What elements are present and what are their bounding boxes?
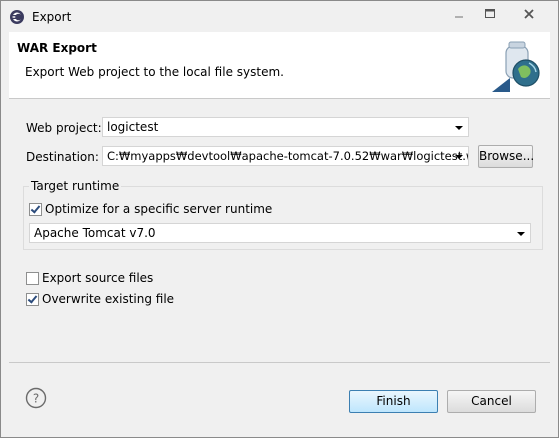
close-button[interactable] [508, 5, 550, 23]
title-bar: Export [1, 1, 558, 32]
destination-label: Destination: [26, 150, 99, 164]
chevron-down-icon [455, 155, 463, 159]
minimize-icon [455, 16, 463, 18]
eclipse-icon [10, 10, 24, 24]
minimize-button[interactable] [446, 5, 472, 23]
close-icon [524, 9, 534, 19]
export-source-label: Export source files [42, 271, 154, 285]
target-runtime-label: Target runtime [29, 179, 122, 193]
cancel-button[interactable]: Cancel [447, 390, 536, 413]
destination-combo[interactable]: C:₩myapps₩devtool₩apache-tomcat-7.0.52₩w… [102, 146, 469, 166]
chevron-down-icon [517, 232, 525, 236]
runtime-combo[interactable]: Apache Tomcat v7.0 [29, 223, 531, 243]
wizard-body: Web project: logictest Destination: C:₩m… [9, 99, 550, 361]
optimize-runtime-checkbox[interactable]: Optimize for a specific server runtime [29, 202, 329, 218]
browse-button[interactable]: Browse... [478, 145, 534, 168]
wizard-header: WAR Export Export Web project to the loc… [9, 32, 550, 99]
wizard-title: WAR Export [17, 41, 97, 55]
war-export-icon [492, 41, 540, 92]
checkbox-unchecked-icon [26, 272, 39, 285]
help-icon[interactable]: ? [25, 387, 47, 409]
chevron-down-icon [455, 126, 463, 130]
destination-value: C:₩myapps₩devtool₩apache-tomcat-7.0.52₩w… [107, 149, 469, 163]
overwrite-checkbox[interactable]: Overwrite existing file [26, 292, 226, 308]
web-project-value: logictest [107, 120, 159, 134]
web-project-combo[interactable]: logictest [102, 117, 469, 137]
checkbox-checked-icon [29, 203, 42, 216]
finish-button[interactable]: Finish [349, 390, 438, 413]
window-title: Export [32, 10, 72, 24]
maximize-button[interactable] [477, 5, 503, 23]
export-source-checkbox[interactable]: Export source files [26, 271, 226, 287]
export-dialog: Export WAR Export Export Web project to … [0, 0, 559, 438]
wizard-description: Export Web project to the local file sys… [25, 65, 284, 79]
optimize-runtime-label: Optimize for a specific server runtime [45, 202, 273, 216]
runtime-value: Apache Tomcat v7.0 [34, 226, 156, 240]
restore-icon [485, 9, 495, 18]
wizard-footer: ? Finish Cancel [9, 363, 550, 429]
checkbox-checked-icon [26, 293, 39, 306]
overwrite-label: Overwrite existing file [42, 292, 175, 306]
svg-text:?: ? [33, 392, 39, 406]
web-project-label: Web project: [26, 121, 102, 135]
